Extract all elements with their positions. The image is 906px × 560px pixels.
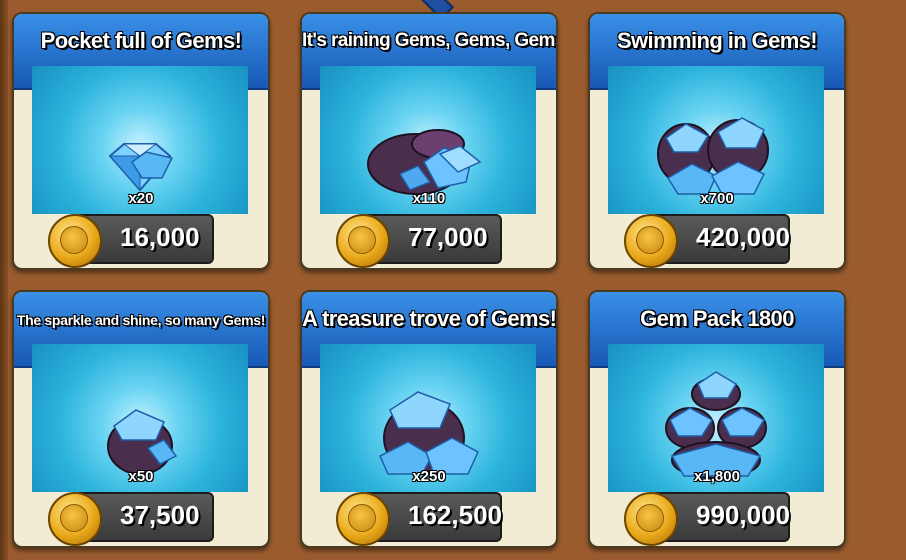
gem-pack-card[interactable]: It's raining Gems, Gems, Gems! x110 77,0… <box>300 12 558 270</box>
pack-price: 420,000 <box>696 222 790 252</box>
pack-price: 162,500 <box>408 500 502 530</box>
gem-pack-card[interactable]: Pocket full of Gems! x20 16,000 <box>12 12 270 270</box>
gold-coin-icon <box>624 492 678 546</box>
pack-price: 16,000 <box>120 222 200 252</box>
gold-coin-icon <box>48 492 102 546</box>
gem-pack-card[interactable]: A treasure trove of Gems! x250 162,500 <box>300 290 558 548</box>
pack-quantity: x20 <box>128 190 154 207</box>
pack-quantity: x250 <box>412 468 446 485</box>
gem-pack-card[interactable]: Swimming in Gems! x700 420,000 <box>588 12 846 270</box>
pack-title: Swimming in Gems! <box>616 28 818 53</box>
gem-pack-card[interactable]: The sparkle and shine, so many Gems! x50… <box>12 290 270 548</box>
gold-coin-icon <box>336 214 390 268</box>
pack-quantity: x1,800 <box>694 468 740 485</box>
gold-coin-icon <box>624 214 678 268</box>
gold-coin-icon <box>48 214 102 268</box>
gold-coin-icon <box>336 492 390 546</box>
gem-pack-card[interactable]: Gem Pack 1800 x1,800 990,000 <box>588 290 846 548</box>
pack-title: A treasure trove of Gems! <box>302 306 557 331</box>
shop-frame-left <box>0 0 8 560</box>
pack-title: Pocket full of Gems! <box>40 28 242 53</box>
pack-quantity: x700 <box>700 190 734 207</box>
pack-price: 77,000 <box>408 222 488 252</box>
pack-title: It's raining Gems, Gems, Gems! <box>302 30 558 51</box>
pack-quantity: x50 <box>128 468 154 485</box>
pack-price: 990,000 <box>696 500 790 530</box>
pack-quantity: x110 <box>412 190 446 207</box>
pack-title: Gem Pack 1800 <box>640 306 794 331</box>
pack-price: 37,500 <box>120 500 200 530</box>
pack-title: The sparkle and shine, so many Gems! <box>16 312 266 328</box>
